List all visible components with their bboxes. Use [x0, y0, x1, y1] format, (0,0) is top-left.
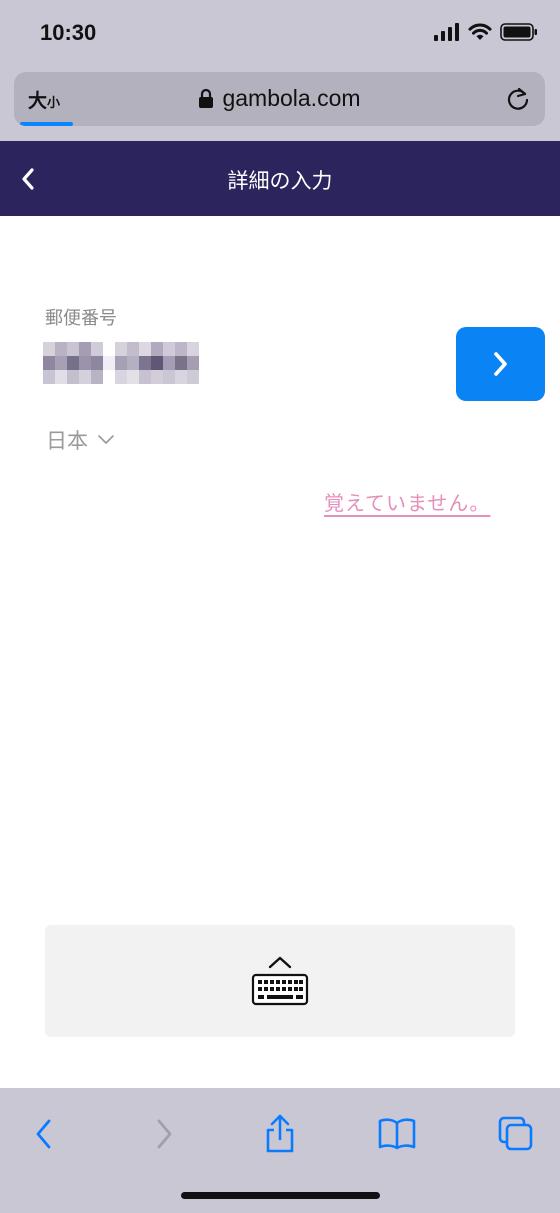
address-bar[interactable]: 大小 gambola.com — [14, 72, 545, 126]
reload-icon[interactable] — [505, 86, 531, 112]
postal-code-input-blurred[interactable] — [43, 342, 199, 384]
signal-icon — [434, 23, 459, 41]
back-icon — [36, 1119, 51, 1149]
status-time: 10:30 — [40, 20, 97, 45]
tabs-icon — [498, 1116, 533, 1151]
tabs-button[interactable] — [494, 1112, 538, 1156]
status-icons — [434, 23, 538, 41]
share-icon — [266, 1114, 294, 1153]
battery-icon — [500, 23, 537, 41]
page-load-progress — [20, 122, 73, 126]
main-content: 郵便番号 日本 覚えていません。 — [0, 216, 560, 1088]
forward-icon — [157, 1119, 172, 1149]
postal-code-label: 郵便番号 — [45, 308, 117, 329]
forward-nav-button[interactable] — [142, 1112, 186, 1156]
keyboard-show-icon — [251, 956, 309, 1006]
wifi-icon — [468, 23, 492, 40]
chevron-right-icon — [493, 352, 507, 376]
site-header: 詳細の入力 — [0, 141, 560, 216]
next-button[interactable] — [456, 327, 545, 401]
status-bar: 10:30 — [0, 0, 560, 66]
share-button[interactable] — [258, 1112, 302, 1156]
bookmarks-icon — [378, 1118, 416, 1150]
browser-toolbar — [0, 1088, 560, 1213]
back-nav-button[interactable] — [22, 1112, 66, 1156]
chevron-down-icon — [98, 435, 114, 444]
forgot-postal-code-link[interactable]: 覚えていません。 — [324, 487, 490, 516]
country-value: 日本 — [46, 429, 88, 453]
country-select[interactable]: 日本 — [46, 425, 114, 455]
bookmarks-button[interactable] — [375, 1112, 419, 1156]
lock-icon — [199, 88, 214, 108]
page-title: 詳細の入力 — [227, 169, 333, 193]
show-keyboard-button[interactable] — [45, 925, 515, 1037]
home-indicator[interactable] — [181, 1192, 380, 1199]
url-field[interactable]: gambola.com — [14, 85, 545, 112]
url-text: gambola.com — [222, 85, 361, 111]
